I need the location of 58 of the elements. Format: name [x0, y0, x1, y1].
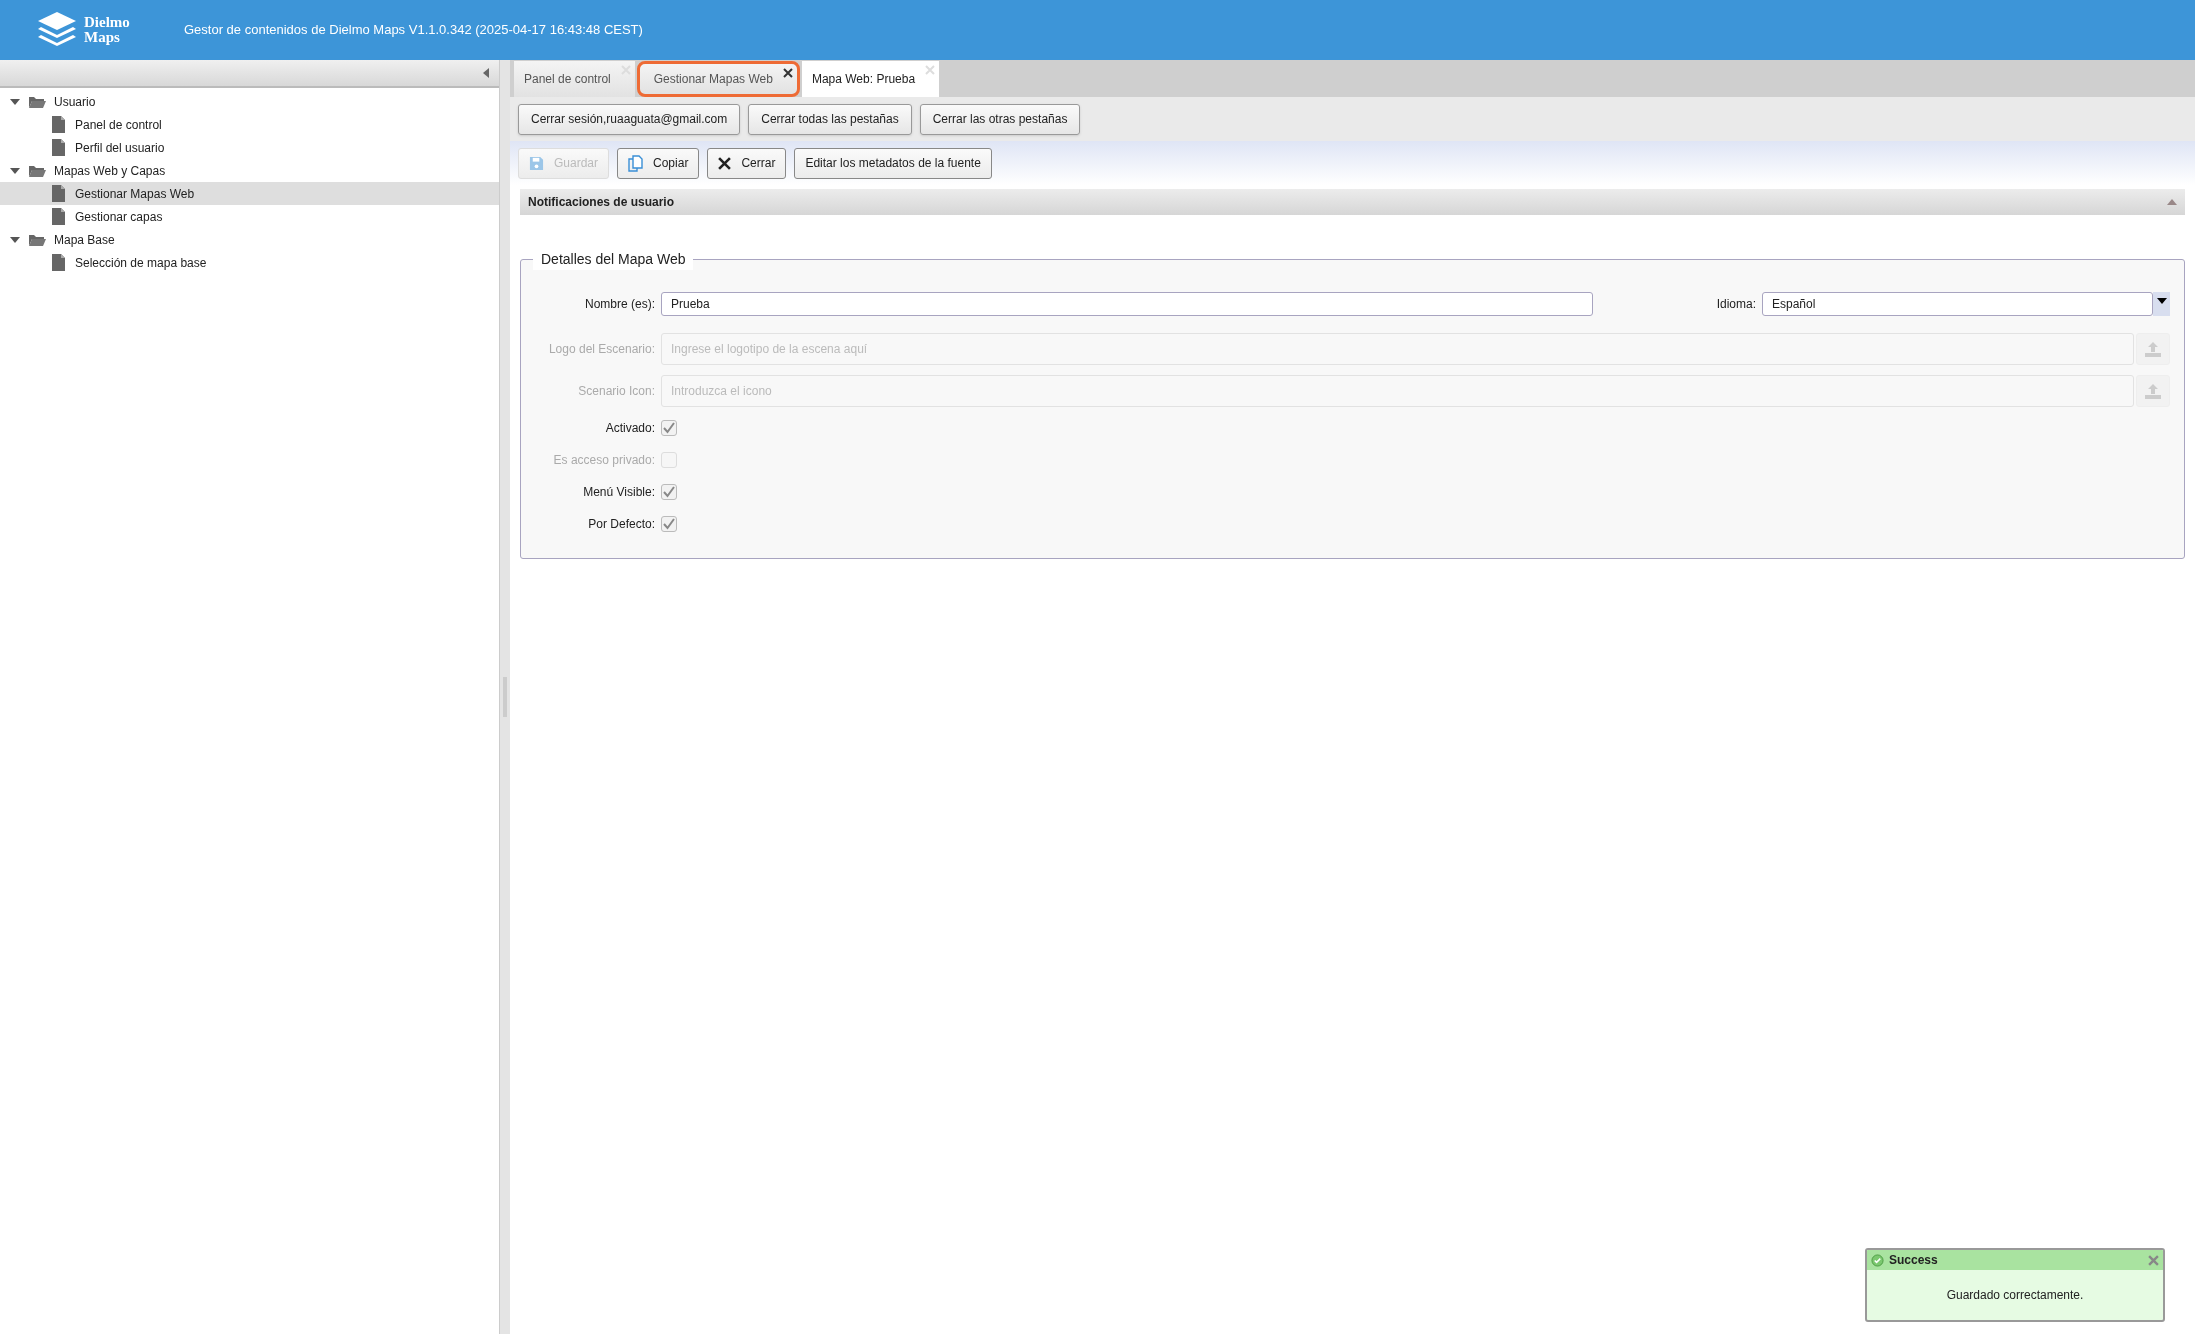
- folder-icon: [28, 232, 46, 247]
- file-icon: [52, 139, 65, 156]
- toolbar-button[interactable]: Editar los metadatos de la fuente: [794, 147, 992, 179]
- expand-caret-icon[interactable]: [10, 234, 20, 245]
- tree-folder-label[interactable]: Mapas Web y Capas: [54, 161, 166, 180]
- field-label: Por Defecto:: [587, 516, 656, 533]
- toast-message: Guardado correctamente.: [1946, 1287, 2084, 1304]
- expand-caret-icon[interactable]: [10, 165, 20, 176]
- collapse-caret-icon[interactable]: [2167, 199, 2177, 205]
- app-title: Gestor de contenidos de Dielmo Maps V1.1.0.342 (2025-04-17 16:43:48 CEST): [184, 21, 643, 40]
- toolbar-button[interactable]: Cerrar: [707, 147, 787, 179]
- panel-title: Notificaciones de usuario: [528, 194, 675, 211]
- close-icon: [718, 156, 732, 170]
- notifications-panel-header[interactable]: Notificaciones de usuario: [520, 189, 2185, 215]
- upload-icon: [2145, 341, 2161, 357]
- collapse-arrow-icon[interactable]: [483, 68, 489, 78]
- tab[interactable]: Gestionar Mapas Web: [636, 61, 800, 97]
- file-icon: [52, 185, 65, 202]
- tree-item[interactable]: Perfil del usuario: [0, 136, 499, 159]
- file-icon: [52, 116, 65, 133]
- tab-action-button[interactable]: Cerrar sesión,ruaaguata@gmail.com: [518, 103, 741, 135]
- tree-item[interactable]: Gestionar capas: [0, 205, 499, 228]
- field-label: Scenario Icon:: [577, 383, 656, 400]
- logo-wordmark: Dielmo Maps: [84, 15, 131, 45]
- tab[interactable]: Mapa Web: Prueba: [801, 61, 940, 97]
- tree-item[interactable]: Selección de mapa base: [0, 251, 499, 274]
- upload-icon: [2145, 383, 2161, 399]
- tab-close-icon[interactable]: [782, 68, 793, 78]
- tree-item[interactable]: Panel de control: [0, 113, 499, 136]
- tree-item[interactable]: Gestionar Mapas Web: [0, 182, 499, 205]
- copy-icon: [628, 154, 644, 172]
- close-icon[interactable]: [2148, 1254, 2159, 1266]
- field-label: Logo del Escenario:: [547, 341, 656, 358]
- tab-action-button[interactable]: Cerrar todas las pestañas: [748, 103, 912, 135]
- file-icon: [52, 208, 65, 225]
- text-field[interactable]: Prueba: [661, 292, 1593, 316]
- dropdown-caret-icon[interactable]: [2156, 298, 2167, 304]
- checkbox[interactable]: [661, 420, 677, 436]
- tree-folder-label[interactable]: Usuario: [54, 92, 96, 111]
- folder-icon: [28, 94, 46, 109]
- tab-action-button[interactable]: Cerrar las otras pestañas: [919, 103, 1081, 135]
- toolbar-button[interactable]: Copiar: [617, 147, 700, 179]
- folder-icon: [28, 163, 46, 178]
- file-icon: [52, 254, 65, 271]
- tab[interactable]: Panel de control: [514, 61, 635, 97]
- check-circle-icon: [1871, 1253, 1884, 1267]
- field-label: Nombre (es):: [584, 296, 656, 313]
- field-label: Menú Visible:: [582, 484, 656, 501]
- field-label: Activado:: [604, 420, 656, 437]
- checkbox[interactable]: [661, 516, 677, 532]
- expand-caret-icon[interactable]: [10, 96, 20, 107]
- toast-title: Success: [1889, 1252, 1939, 1269]
- tree-folder-label[interactable]: Mapa Base: [54, 230, 115, 249]
- save-icon: [529, 155, 544, 171]
- stacked-layers-logo-icon: [36, 11, 78, 49]
- field-label: Es acceso privado:: [552, 452, 656, 469]
- checkbox[interactable]: [661, 484, 677, 500]
- field-label: Idioma:: [1716, 296, 1757, 313]
